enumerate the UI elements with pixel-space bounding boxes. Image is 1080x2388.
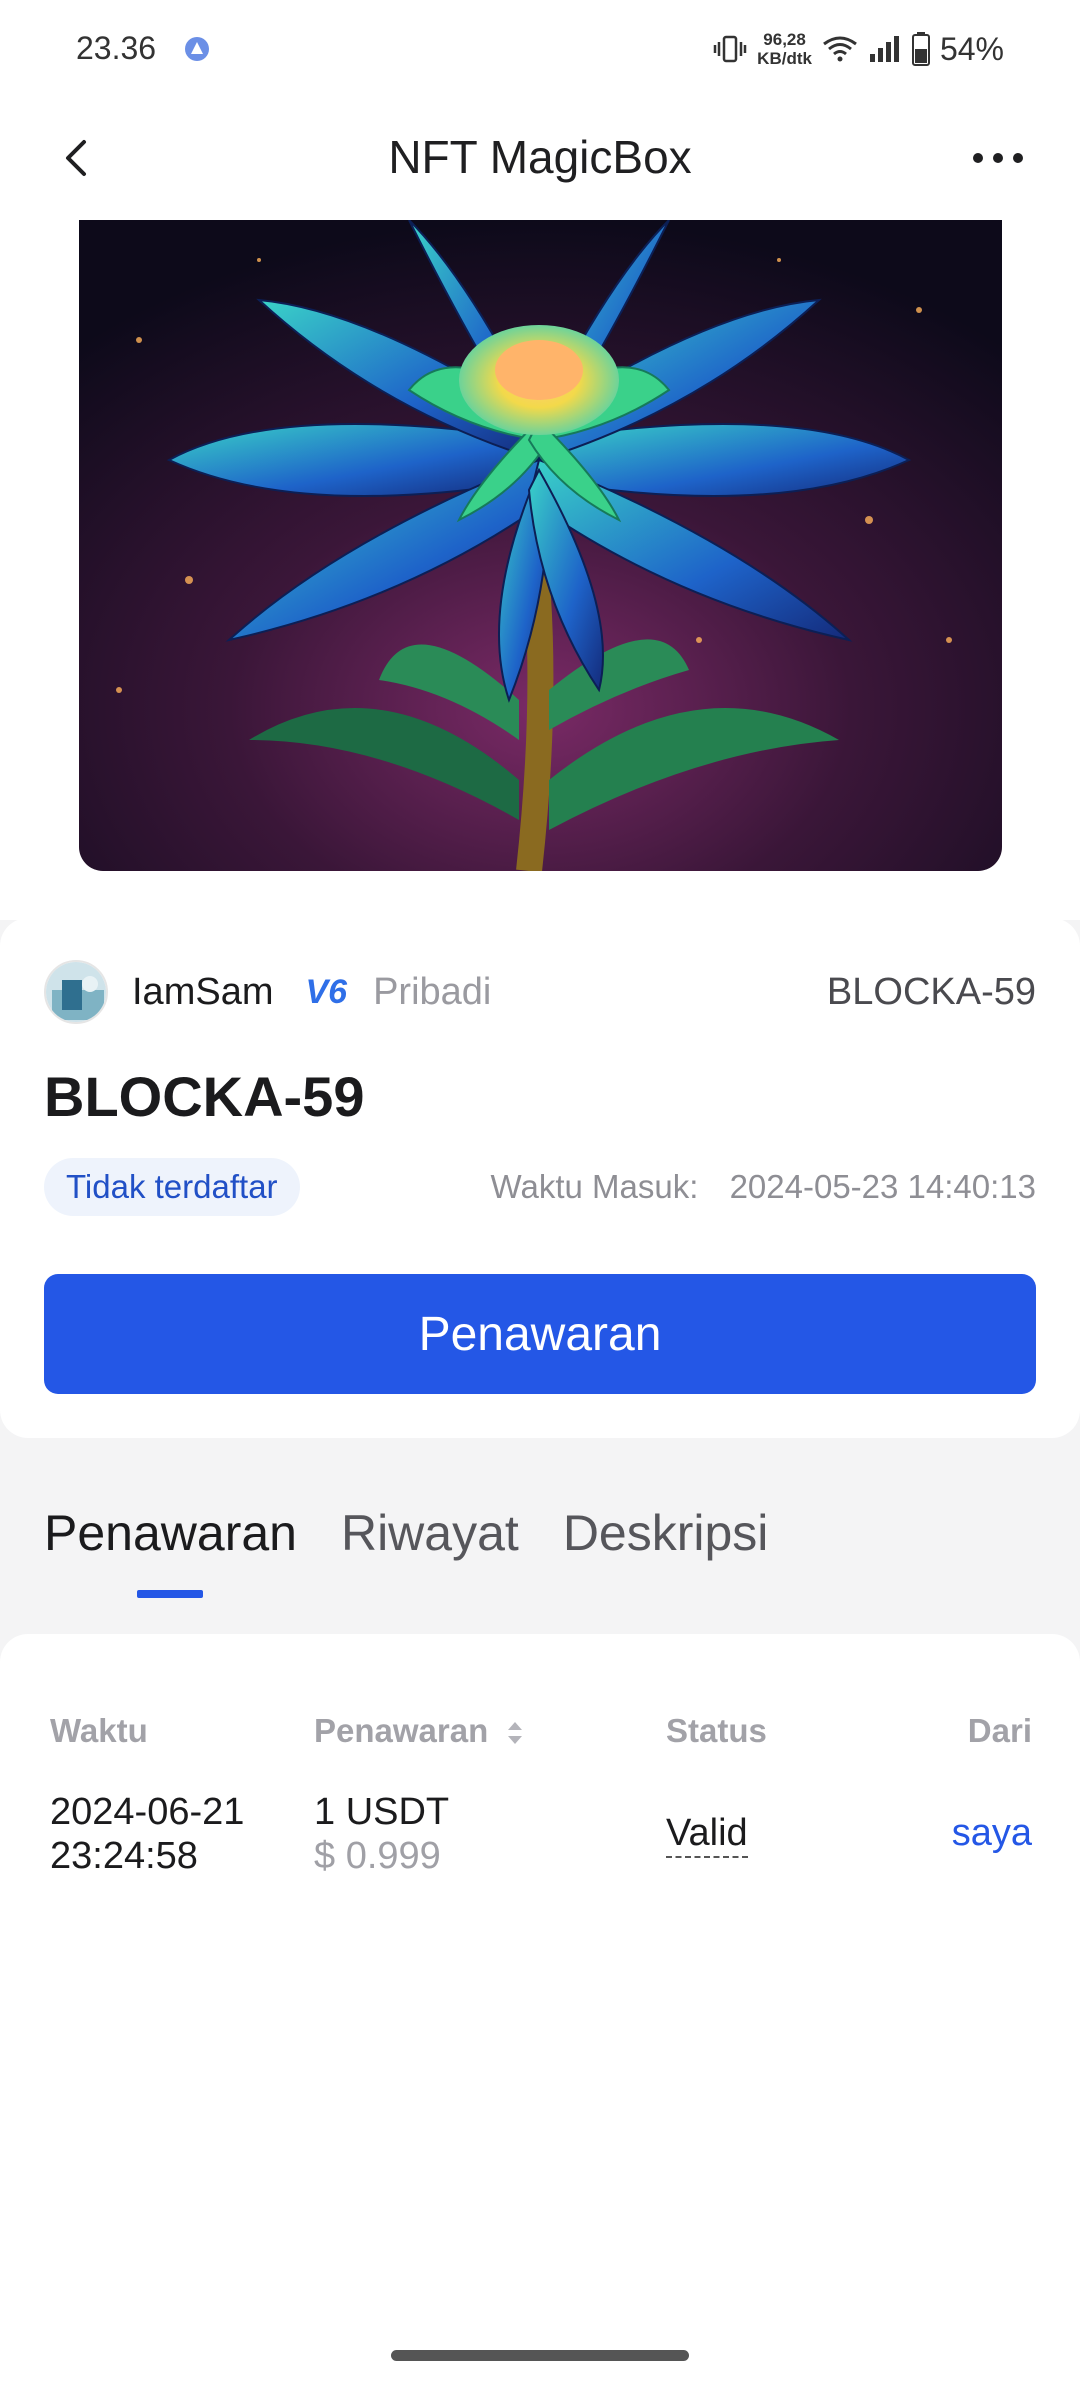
- offers-table: Waktu Penawaran Status Dari 2024-06-21 2…: [0, 1634, 1080, 2388]
- active-tab-indicator: [137, 1590, 204, 1598]
- nft-code: BLOCKA-59: [826, 970, 1036, 1013]
- listing-status-badge: Tidak terdaftar: [44, 1158, 300, 1216]
- column-header-status: Status: [666, 1712, 767, 1749]
- flower-artwork: [79, 220, 1002, 871]
- offer-amount: 1 USDT: [314, 1791, 450, 1833]
- owner-name[interactable]: IamSam: [132, 971, 273, 1014]
- avatar[interactable]: [44, 960, 108, 1024]
- tab-label: Riwayat: [340, 1505, 519, 1561]
- home-indicator[interactable]: [391, 2350, 689, 2361]
- status-time: 23.36: [76, 30, 157, 66]
- offer-time-cell: 2024-06-21 23:24:58: [50, 1790, 244, 1878]
- sort-icon[interactable]: [505, 1719, 525, 1747]
- offer-date: 2024-06-21: [50, 1791, 245, 1833]
- app-notification-icon: [185, 37, 209, 61]
- net-speed-unit: KB/dtk: [757, 49, 812, 68]
- battery-icon: [911, 32, 930, 66]
- offer-from-link[interactable]: saya: [952, 1812, 1032, 1855]
- nft-artwork-image[interactable]: [79, 220, 1002, 871]
- offer-time: 23:24:58: [50, 1835, 198, 1877]
- page-title: NFT MagicBox: [388, 131, 692, 183]
- offer-status-cell: Valid: [666, 1812, 748, 1858]
- column-header-offer[interactable]: Penawaran: [314, 1712, 525, 1750]
- tab-riwayat[interactable]: Riwayat: [341, 1504, 519, 1598]
- column-header-time: Waktu: [50, 1712, 148, 1749]
- signal-icon: [869, 36, 899, 62]
- column-header-from: Dari: [967, 1712, 1032, 1749]
- entry-time-label: Waktu Masuk:: [490, 1168, 699, 1205]
- avatar-image: [46, 962, 106, 1022]
- battery-percent: 54%: [939, 30, 1004, 67]
- vip-level-badge: V6: [305, 972, 348, 1011]
- net-speed-value: 96,28: [763, 30, 806, 49]
- app-header: NFT MagicBox: [0, 100, 1080, 220]
- status-bar: 23.36 96,28 KB/dtk 54%: [0, 0, 1080, 100]
- vibrate-icon: [713, 35, 747, 63]
- offer-status[interactable]: Valid: [666, 1812, 748, 1858]
- owner-row: IamSam V6 Pribadi BLOCKA-59: [44, 960, 1036, 1024]
- tab-penawaran[interactable]: Penawaran: [44, 1504, 297, 1598]
- net-speed: 96,28 KB/dtk: [757, 30, 812, 68]
- more-icon[interactable]: [968, 138, 1028, 178]
- wifi-icon: [823, 36, 857, 62]
- nft-name: BLOCKA-59: [44, 1065, 365, 1128]
- offer-usd-value: $ 0.999: [314, 1835, 441, 1877]
- status-icons: 96,28 KB/dtk 54%: [713, 24, 1004, 74]
- tab-label: Penawaran: [44, 1505, 297, 1561]
- visibility-label: Pribadi: [373, 970, 492, 1013]
- tab-bar: Penawaran Riwayat Deskripsi: [44, 1504, 768, 1598]
- entry-time-value: 2024-05-23 14:40:13: [729, 1168, 1036, 1205]
- column-header-offer-label: Penawaran: [314, 1712, 489, 1749]
- offer-amount-cell: 1 USDT $ 0.999: [314, 1790, 449, 1878]
- tab-label: Deskripsi: [562, 1505, 769, 1561]
- nft-info-card: IamSam V6 Pribadi BLOCKA-59 BLOCKA-59 Ti…: [0, 918, 1080, 1438]
- tab-deskripsi[interactable]: Deskripsi: [563, 1504, 769, 1598]
- entry-time: Waktu Masuk: 2024-05-23 14:40:13: [491, 1168, 1036, 1206]
- make-offer-button[interactable]: Penawaran: [44, 1274, 1036, 1394]
